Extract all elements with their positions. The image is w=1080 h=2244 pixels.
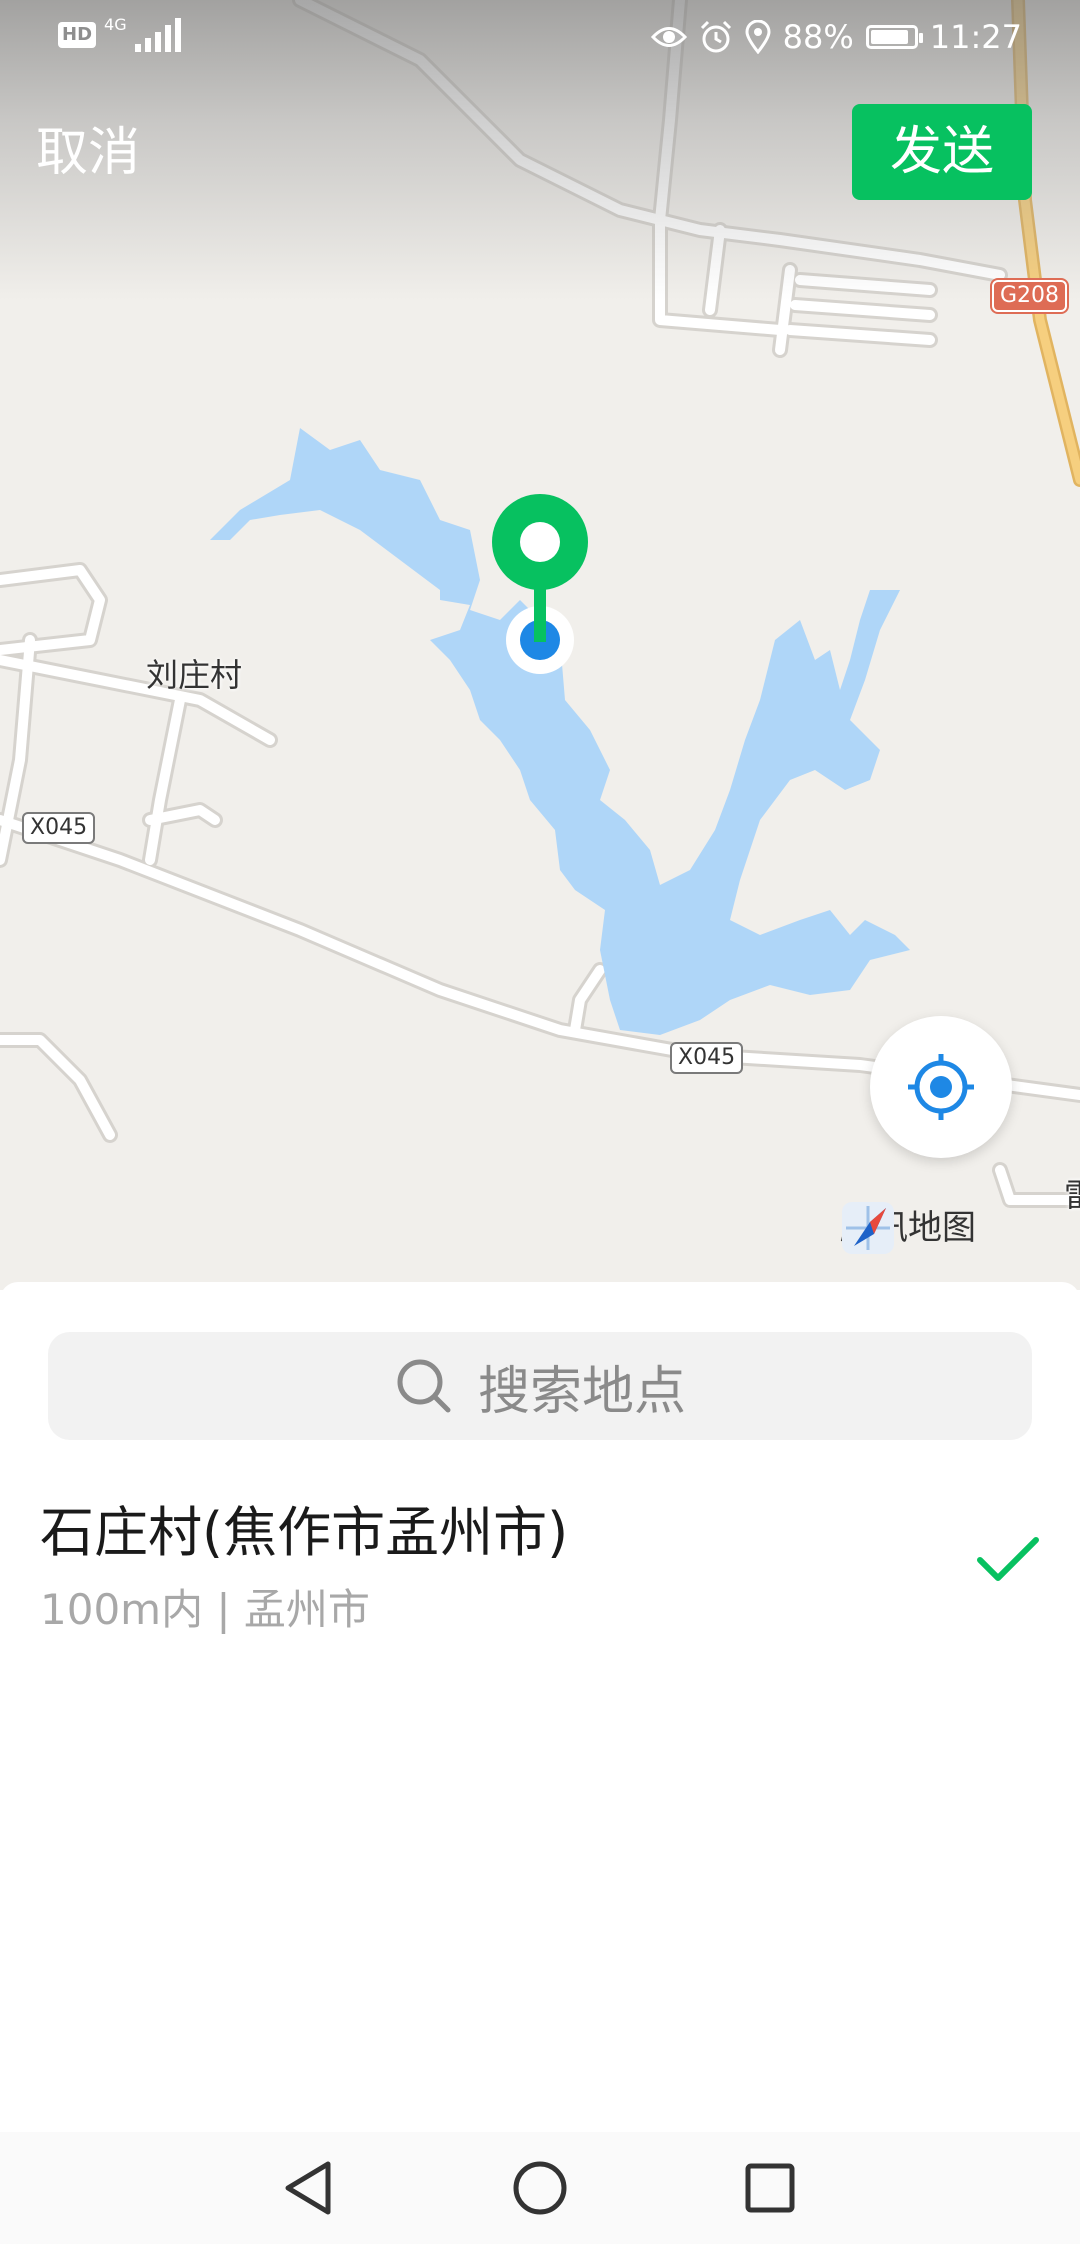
home-icon[interactable] [508,2156,572,2220]
compass-logo-icon [842,1202,894,1254]
status-left: HD 4G [58,15,181,52]
map-label-village: 刘庄村 [146,656,243,694]
status-right: 88% 11:27 [650,18,1022,56]
place-list-item[interactable]: 石庄村(焦作市孟州市) 100m内 | 孟州市 [0,1498,1080,1678]
search-bar[interactable]: 搜索地点 [48,1332,1032,1440]
eye-icon [650,27,687,47]
battery-percent: 88% [782,18,854,56]
location-pin-icon[interactable] [480,490,600,680]
location-icon [745,20,771,54]
crosshair-icon [908,1054,974,1120]
search-placeholder: 搜索地点 [477,1361,686,1422]
recents-icon[interactable] [738,2156,802,2220]
road-badge-x045-south: X045 [670,1042,744,1074]
cancel-button[interactable]: 取消 [36,118,140,188]
location-picker-screen: 刘庄村 雷 G208 X045 X045 [0,0,1080,2244]
signal-icon [134,18,181,52]
locate-me-button[interactable] [870,1016,1012,1158]
battery-fill [870,30,908,44]
clock: 11:27 [929,18,1022,56]
search-icon [397,1359,451,1413]
map-brand: 腾讯地图 [840,1200,976,1254]
status-bar: HD 4G 88% 11:27 [0,0,1080,80]
map-label-edge: 雷 [1064,1170,1080,1216]
road-badge-x045-west: X045 [22,812,96,844]
check-icon [977,1537,1039,1581]
bottom-panel: 搜索地点 石庄村(焦作市孟州市) 100m内 | 孟州市 [0,1282,1080,2132]
road-badge-g208: G208 [992,280,1068,312]
battery-icon [865,25,923,49]
place-subtitle: 100m内 | 孟州市 [40,1585,370,1634]
alarm-icon [700,20,731,53]
network-type: 4G [104,15,127,34]
send-button[interactable]: 发送 [852,104,1032,200]
search-inner: 搜索地点 [48,1332,1032,1440]
back-icon[interactable] [278,2156,342,2220]
hd-badge: HD [58,22,97,48]
place-title: 石庄村(焦作市孟州市) [40,1501,569,1564]
navigation-bar [0,2132,1080,2244]
